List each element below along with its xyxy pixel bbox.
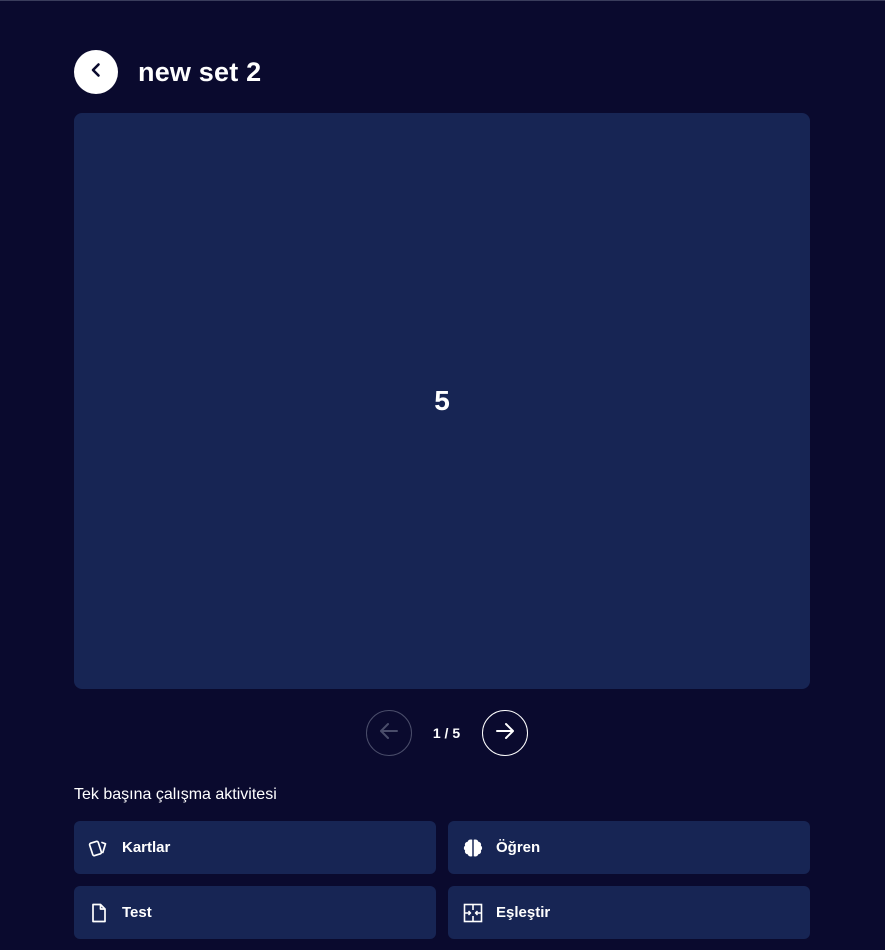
- activity-flashcards-button[interactable]: Kartlar: [74, 821, 436, 874]
- study-activities: Kartlar Öğren Test Eşleştir: [74, 821, 810, 939]
- match-icon: [462, 902, 484, 924]
- page-title: new set 2: [138, 56, 262, 87]
- brain-icon: [462, 837, 484, 859]
- back-button[interactable]: [74, 50, 118, 94]
- arrow-right-icon: [493, 719, 517, 748]
- chevron-left-icon: [88, 62, 104, 83]
- activity-label: Eşleştir: [496, 904, 551, 921]
- activity-label: Kartlar: [122, 839, 171, 856]
- card-navigation: 1 / 5: [0, 709, 885, 757]
- page-header: new set 2: [74, 50, 261, 94]
- flashcard[interactable]: 5: [74, 113, 810, 689]
- previous-card-button[interactable]: [365, 710, 412, 756]
- activity-learn-button[interactable]: Öğren: [448, 821, 810, 874]
- activity-match-button[interactable]: Eşleştir: [448, 886, 810, 939]
- document-icon: [88, 902, 110, 924]
- flashcard-text: 5: [434, 385, 450, 416]
- next-card-button[interactable]: [481, 710, 528, 756]
- top-border: [0, 0, 885, 1]
- study-activities-heading: Tek başına çalışma aktivitesi: [74, 786, 277, 803]
- cards-icon: [88, 837, 110, 859]
- arrow-left-icon: [377, 719, 401, 748]
- card-counter: 1 / 5: [432, 725, 461, 741]
- activity-test-button[interactable]: Test: [74, 886, 436, 939]
- activity-label: Öğren: [496, 839, 541, 856]
- activity-label: Test: [122, 904, 152, 921]
